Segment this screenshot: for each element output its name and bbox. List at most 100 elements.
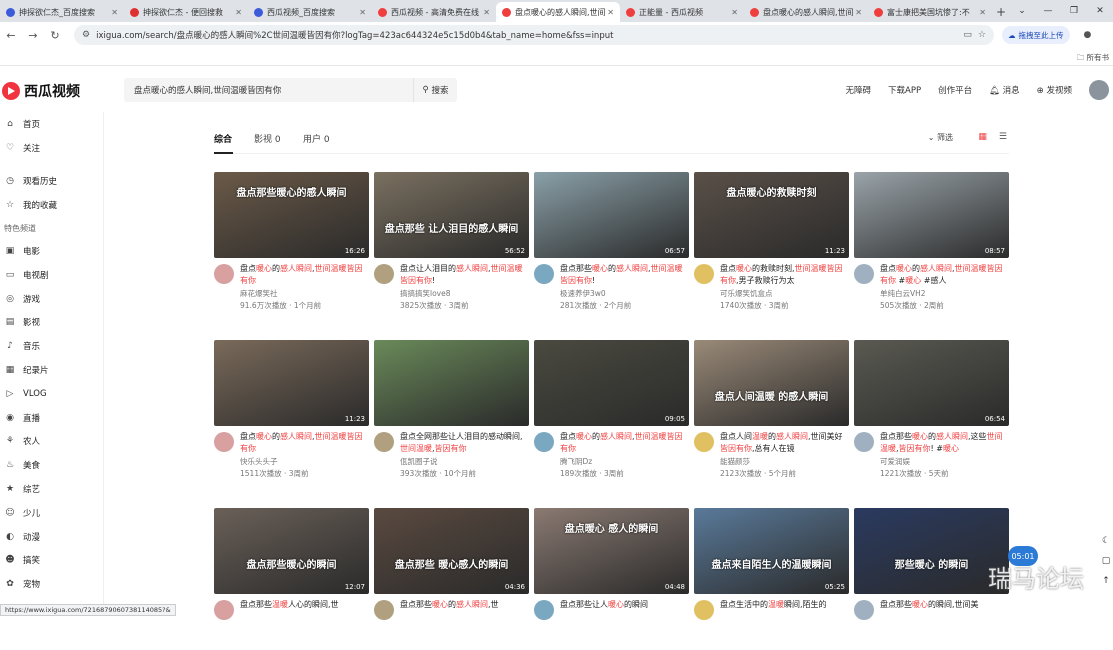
video-card[interactable]: 盘点来自陌生人的温暖瞬间 05:25 盘点生活中的温暖瞬间,陌生的 (694, 508, 849, 650)
close-tab-icon[interactable]: ✕ (607, 8, 614, 17)
site-info-icon[interactable]: ⚙ (82, 30, 90, 40)
author-name[interactable]: 快乐头头子 (240, 456, 278, 467)
video-card[interactable]: 盘点那些暖心的感人瞬间 16:26 盘点暖心的感人瞬间,世间温暖皆因有你 麻花爆笑社 9… (214, 172, 369, 314)
back-icon[interactable]: ← (0, 29, 22, 42)
video-title[interactable]: 盘点暖心的感人瞬间,世间温暖皆因有你 (240, 431, 370, 455)
sidebar-item-channel-1[interactable]: ▭ 电视剧 (0, 263, 103, 287)
browser-tab[interactable]: 盘点暖心的感人瞬间,世间 ✕ (744, 2, 868, 22)
sidebar-item-channel-13[interactable]: ☻ 搞笑 (0, 549, 103, 573)
author-avatar[interactable] (694, 432, 714, 452)
video-title[interactable]: 盘点那些暖心的感人瞬间,世间温暖皆因有你! (560, 263, 690, 287)
upload-video-link[interactable]: ⊕ 发视频 (1037, 84, 1072, 96)
author-avatar[interactable] (534, 432, 554, 452)
close-tab-icon[interactable]: ✕ (235, 8, 242, 17)
video-thumbnail[interactable]: 盘点暖心 感人的瞬间 04:48 (534, 508, 689, 594)
video-thumbnail[interactable]: 那些暖心 的瞬间 (854, 508, 1009, 594)
video-card[interactable]: 那些暖心 的瞬间盘点那些暖心的瞬间,世间美 (854, 508, 1009, 650)
minimize-icon[interactable]: — (1035, 0, 1061, 22)
sidebar-item-favorites[interactable]: ☆ 我的收藏 (0, 193, 103, 217)
close-tab-icon[interactable]: ✕ (731, 8, 738, 17)
author-avatar[interactable] (854, 264, 874, 284)
author-name[interactable]: 腾飞阴Dz (560, 456, 592, 467)
dark-mode-icon[interactable]: ☾ (1099, 536, 1113, 556)
browser-tab[interactable]: 抻探欲仁杰 - 便回搜救 ✕ (124, 2, 248, 22)
video-card[interactable]: 盘点那些暖心的瞬间 12:07 盘点那些温暖人心的瞬间,世 (214, 508, 369, 650)
close-icon[interactable]: ✕ (1087, 0, 1113, 22)
sidebar-item-channel-2[interactable]: ◎ 游戏 (0, 287, 103, 311)
close-tab-icon[interactable]: ✕ (359, 8, 366, 17)
video-title[interactable]: 盘点让人泪目的感人瞬间,世间温暖皆因有你! (400, 263, 530, 287)
video-thumbnail[interactable]: 08:57 (854, 172, 1009, 258)
list-view-icon[interactable]: ☰ (999, 132, 1007, 142)
forward-icon[interactable]: → (22, 29, 44, 42)
video-title[interactable]: 盘点那些温暖人心的瞬间,世 (240, 599, 370, 611)
bookmark-star-icon[interactable]: ☆ (978, 30, 986, 40)
sidebar-item-channel-0[interactable]: ▣ 电影 (0, 239, 103, 263)
author-avatar[interactable] (854, 600, 874, 620)
video-card[interactable]: 09:05 盘点暖心的感人瞬间,世间温暖皆因有你 腾飞阴Dz 189次播放 · 3周前 (534, 340, 689, 482)
author-avatar[interactable] (374, 600, 394, 620)
browser-tab[interactable]: 西瓜视频 - 高清免费在线 ✕ (372, 2, 496, 22)
author-avatar[interactable] (854, 432, 874, 452)
video-card[interactable]: 盘点全网那些让人泪目的感动瞬间,世间温暖,皆因有你 佤凯圈子说 393次播放 · 1… (374, 340, 529, 482)
video-title[interactable]: 盘点生活中的温暖瞬间,陌生的 (720, 599, 850, 611)
author-name[interactable]: 能猫颜莎 (720, 456, 750, 467)
video-thumbnail[interactable]: 盘点暖心的救赎时刻 11:23 (694, 172, 849, 258)
video-thumbnail[interactable] (374, 340, 529, 426)
close-tab-icon[interactable]: ✕ (979, 8, 986, 17)
feedback-icon[interactable]: ▢ (1099, 556, 1113, 576)
download-app-link[interactable]: 下载APP (888, 84, 921, 96)
video-card[interactable]: 盘点那些 让人泪目的感人瞬间 56:52 盘点让人泪目的感人瞬间,世间温暖皆因有你!… (374, 172, 529, 314)
sidebar-item-channel-11[interactable]: ☺ 少儿 (0, 501, 103, 525)
restore-icon[interactable]: ❐ (1061, 0, 1087, 22)
profile-icon[interactable]: ● (1084, 30, 1092, 40)
cast-icon[interactable]: ▭ (963, 30, 972, 40)
author-avatar[interactable] (694, 600, 714, 620)
grid-view-icon[interactable]: ▦ (978, 132, 987, 142)
accessibility-link[interactable]: 无障碍 (846, 84, 872, 96)
sidebar-item-channel-7[interactable]: ◉ 直播 (0, 406, 103, 430)
all-bookmarks-button[interactable]: 🗀 所有书 (1077, 52, 1109, 65)
video-card[interactable]: 盘点人间温暖 的感人瞬间盘点人间温暖的感人瞬间,世间美好皆因有你,总有人在镜 能猫… (694, 340, 849, 482)
author-name[interactable]: 单纯白云VH2 (880, 288, 926, 299)
reload-icon[interactable]: ↻ (44, 29, 66, 42)
user-avatar[interactable] (1089, 80, 1109, 100)
close-tab-icon[interactable]: ✕ (483, 8, 490, 17)
sidebar-item-channel-9[interactable]: ♨ 美食 (0, 453, 103, 477)
sidebar-item-history[interactable]: ◷ 观看历史 (0, 170, 103, 194)
sidebar-item-channel-12[interactable]: ◐ 动漫 (0, 525, 103, 549)
browser-tab[interactable]: 正能量 - 西瓜视频 ✕ (620, 2, 744, 22)
browser-tab[interactable]: 抻探欲仁杰_百度搜索 ✕ (0, 2, 124, 22)
video-title[interactable]: 盘点暖心的救赎时刻,世间温暖皆因有你,男子救赎行为太 (720, 263, 850, 287)
tab-all[interactable]: 综合 (214, 132, 234, 154)
video-card[interactable]: 08:57 盘点暖心的感人瞬间,世间温暖皆因有你 #暖心 #感人 单纯白云VH2 50… (854, 172, 1009, 314)
upload-extension-button[interactable]: ☁ 拖拽至此上传 (1002, 26, 1070, 44)
video-thumbnail[interactable]: 盘点人间温暖 的感人瞬间 (694, 340, 849, 426)
browser-tab[interactable]: 富士康把美国坑惨了:不 ✕ (868, 2, 992, 22)
author-avatar[interactable] (534, 600, 554, 620)
new-tab-button[interactable]: + (992, 2, 1010, 22)
video-card[interactable]: 06:57 盘点那些暖心的感人瞬间,世间温暖皆因有你! 极速养伊3w0 281次播放 … (534, 172, 689, 314)
video-thumbnail[interactable]: 盘点那些暖心的感人瞬间 16:26 (214, 172, 369, 258)
xigua-logo[interactable]: 西瓜视频 (2, 81, 80, 101)
video-thumbnail[interactable]: 盘点那些暖心的瞬间 12:07 (214, 508, 369, 594)
author-name[interactable]: 麻花爆笑社 (240, 288, 278, 299)
sidebar-item-channel-5[interactable]: ▦ 纪录片 (0, 358, 103, 382)
video-card[interactable]: 盘点暖心 感人的瞬间 04:48 盘点那些让人暖心的瞬间 (534, 508, 689, 650)
video-title[interactable]: 盘点那些暖心的感人瞬间,这些世间温暖,皆因有你! #暖心 (880, 431, 1010, 455)
url-field[interactable]: ⚙ ixigua.com/search/盘点暖心的感人瞬间%2C世间温暖皆因有你… (74, 25, 994, 45)
author-avatar[interactable] (694, 264, 714, 284)
author-avatar[interactable] (374, 432, 394, 452)
video-title[interactable]: 盘点那些让人暖心的瞬间 (560, 599, 690, 611)
author-name[interactable]: 佤凯圈子说 (400, 456, 438, 467)
video-title[interactable]: 盘点那些暖心的瞬间,世间美 (880, 599, 1010, 611)
browser-tab[interactable]: 盘点暖心的感人瞬间,世间 ✕ (496, 2, 620, 22)
creator-platform-link[interactable]: 创作平台 (938, 84, 972, 96)
author-name[interactable]: 搞搞搞笑love8 (400, 288, 451, 299)
author-avatar[interactable] (374, 264, 394, 284)
video-title[interactable]: 盘点人间温暖的感人瞬间,世间美好皆因有你,总有人在镜 (720, 431, 850, 455)
video-card[interactable]: 盘点暖心的救赎时刻 11:23 盘点暖心的救赎时刻,世间温暖皆因有你,男子救赎行为太… (694, 172, 849, 314)
video-title[interactable]: 盘点暖心的感人瞬间,世间温暖皆因有你 (560, 431, 690, 455)
video-title[interactable]: 盘点那些暖心的感人瞬间,世 (400, 599, 530, 611)
video-card[interactable]: 06:54 盘点那些暖心的感人瞬间,这些世间温暖,皆因有你! #暖心 可爱润娱 122… (854, 340, 1009, 482)
